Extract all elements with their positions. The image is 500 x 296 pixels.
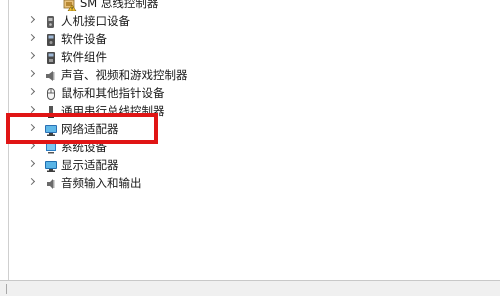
chevron-right-icon[interactable] <box>27 69 36 78</box>
hid-device-icon <box>44 14 58 28</box>
tree-item-software-components[interactable]: 软件组件 <box>0 48 420 66</box>
software-device-icon <box>44 32 58 46</box>
tree-item-label: 声音、视频和游戏控制器 <box>61 68 188 82</box>
tree-item-software-devices[interactable]: 软件设备 <box>0 30 420 48</box>
tree-item-system-devices[interactable]: 系统设备 <box>0 138 420 156</box>
chevron-right-icon[interactable] <box>27 33 36 42</box>
mouse-icon <box>44 86 58 100</box>
chevron-right-icon[interactable] <box>27 159 36 168</box>
tree-item-usb-controllers[interactable]: 通用串行总线控制器 <box>0 102 420 120</box>
tree-item-label: 通用串行总线控制器 <box>61 104 165 118</box>
tree-item-sm-bus-controller[interactable]: SM 总线控制器 <box>0 0 420 12</box>
system-device-icon <box>44 140 58 154</box>
status-bar <box>0 280 500 296</box>
chevron-right-icon[interactable] <box>27 15 36 24</box>
tree-item-display-adapters[interactable]: 显示适配器 <box>0 156 420 174</box>
tree-item-network-adapters[interactable]: 网络适配器 <box>0 120 420 138</box>
tree-item-audio-io[interactable]: 音频输入和输出 <box>0 174 420 192</box>
chevron-right-icon[interactable] <box>27 105 36 114</box>
network-adapter-icon <box>44 122 58 136</box>
chevron-right-icon[interactable] <box>27 123 36 132</box>
tree-item-mouse[interactable]: 鼠标和其他指针设备 <box>0 84 420 102</box>
tree-item-label: 网络适配器 <box>61 122 119 136</box>
tree-item-label: 软件组件 <box>61 50 107 64</box>
software-component-icon <box>44 50 58 64</box>
status-divider <box>6 284 7 294</box>
chevron-right-icon[interactable] <box>27 177 36 186</box>
tree-item-sound-video-game[interactable]: 声音、视频和游戏控制器 <box>0 66 420 84</box>
audio-io-icon <box>44 176 58 190</box>
display-adapter-icon <box>44 158 58 172</box>
speaker-icon <box>44 68 58 82</box>
chevron-right-icon[interactable] <box>27 141 36 150</box>
tree-item-hid[interactable]: 人机接口设备 <box>0 12 420 30</box>
tree-item-label: 显示适配器 <box>61 158 119 172</box>
tree-item-label: 软件设备 <box>61 32 107 46</box>
tree-item-label: SM 总线控制器 <box>80 0 159 10</box>
usb-controller-icon <box>44 104 58 118</box>
tree-item-label: 音频输入和输出 <box>61 176 142 190</box>
chevron-right-icon[interactable] <box>27 87 36 96</box>
chevron-right-icon[interactable] <box>27 51 36 60</box>
tree-item-label: 人机接口设备 <box>61 14 130 28</box>
sm-bus-controller-warning-icon <box>63 0 77 12</box>
tree-item-label: 鼠标和其他指针设备 <box>61 86 165 100</box>
tree-item-label: 系统设备 <box>61 140 107 154</box>
